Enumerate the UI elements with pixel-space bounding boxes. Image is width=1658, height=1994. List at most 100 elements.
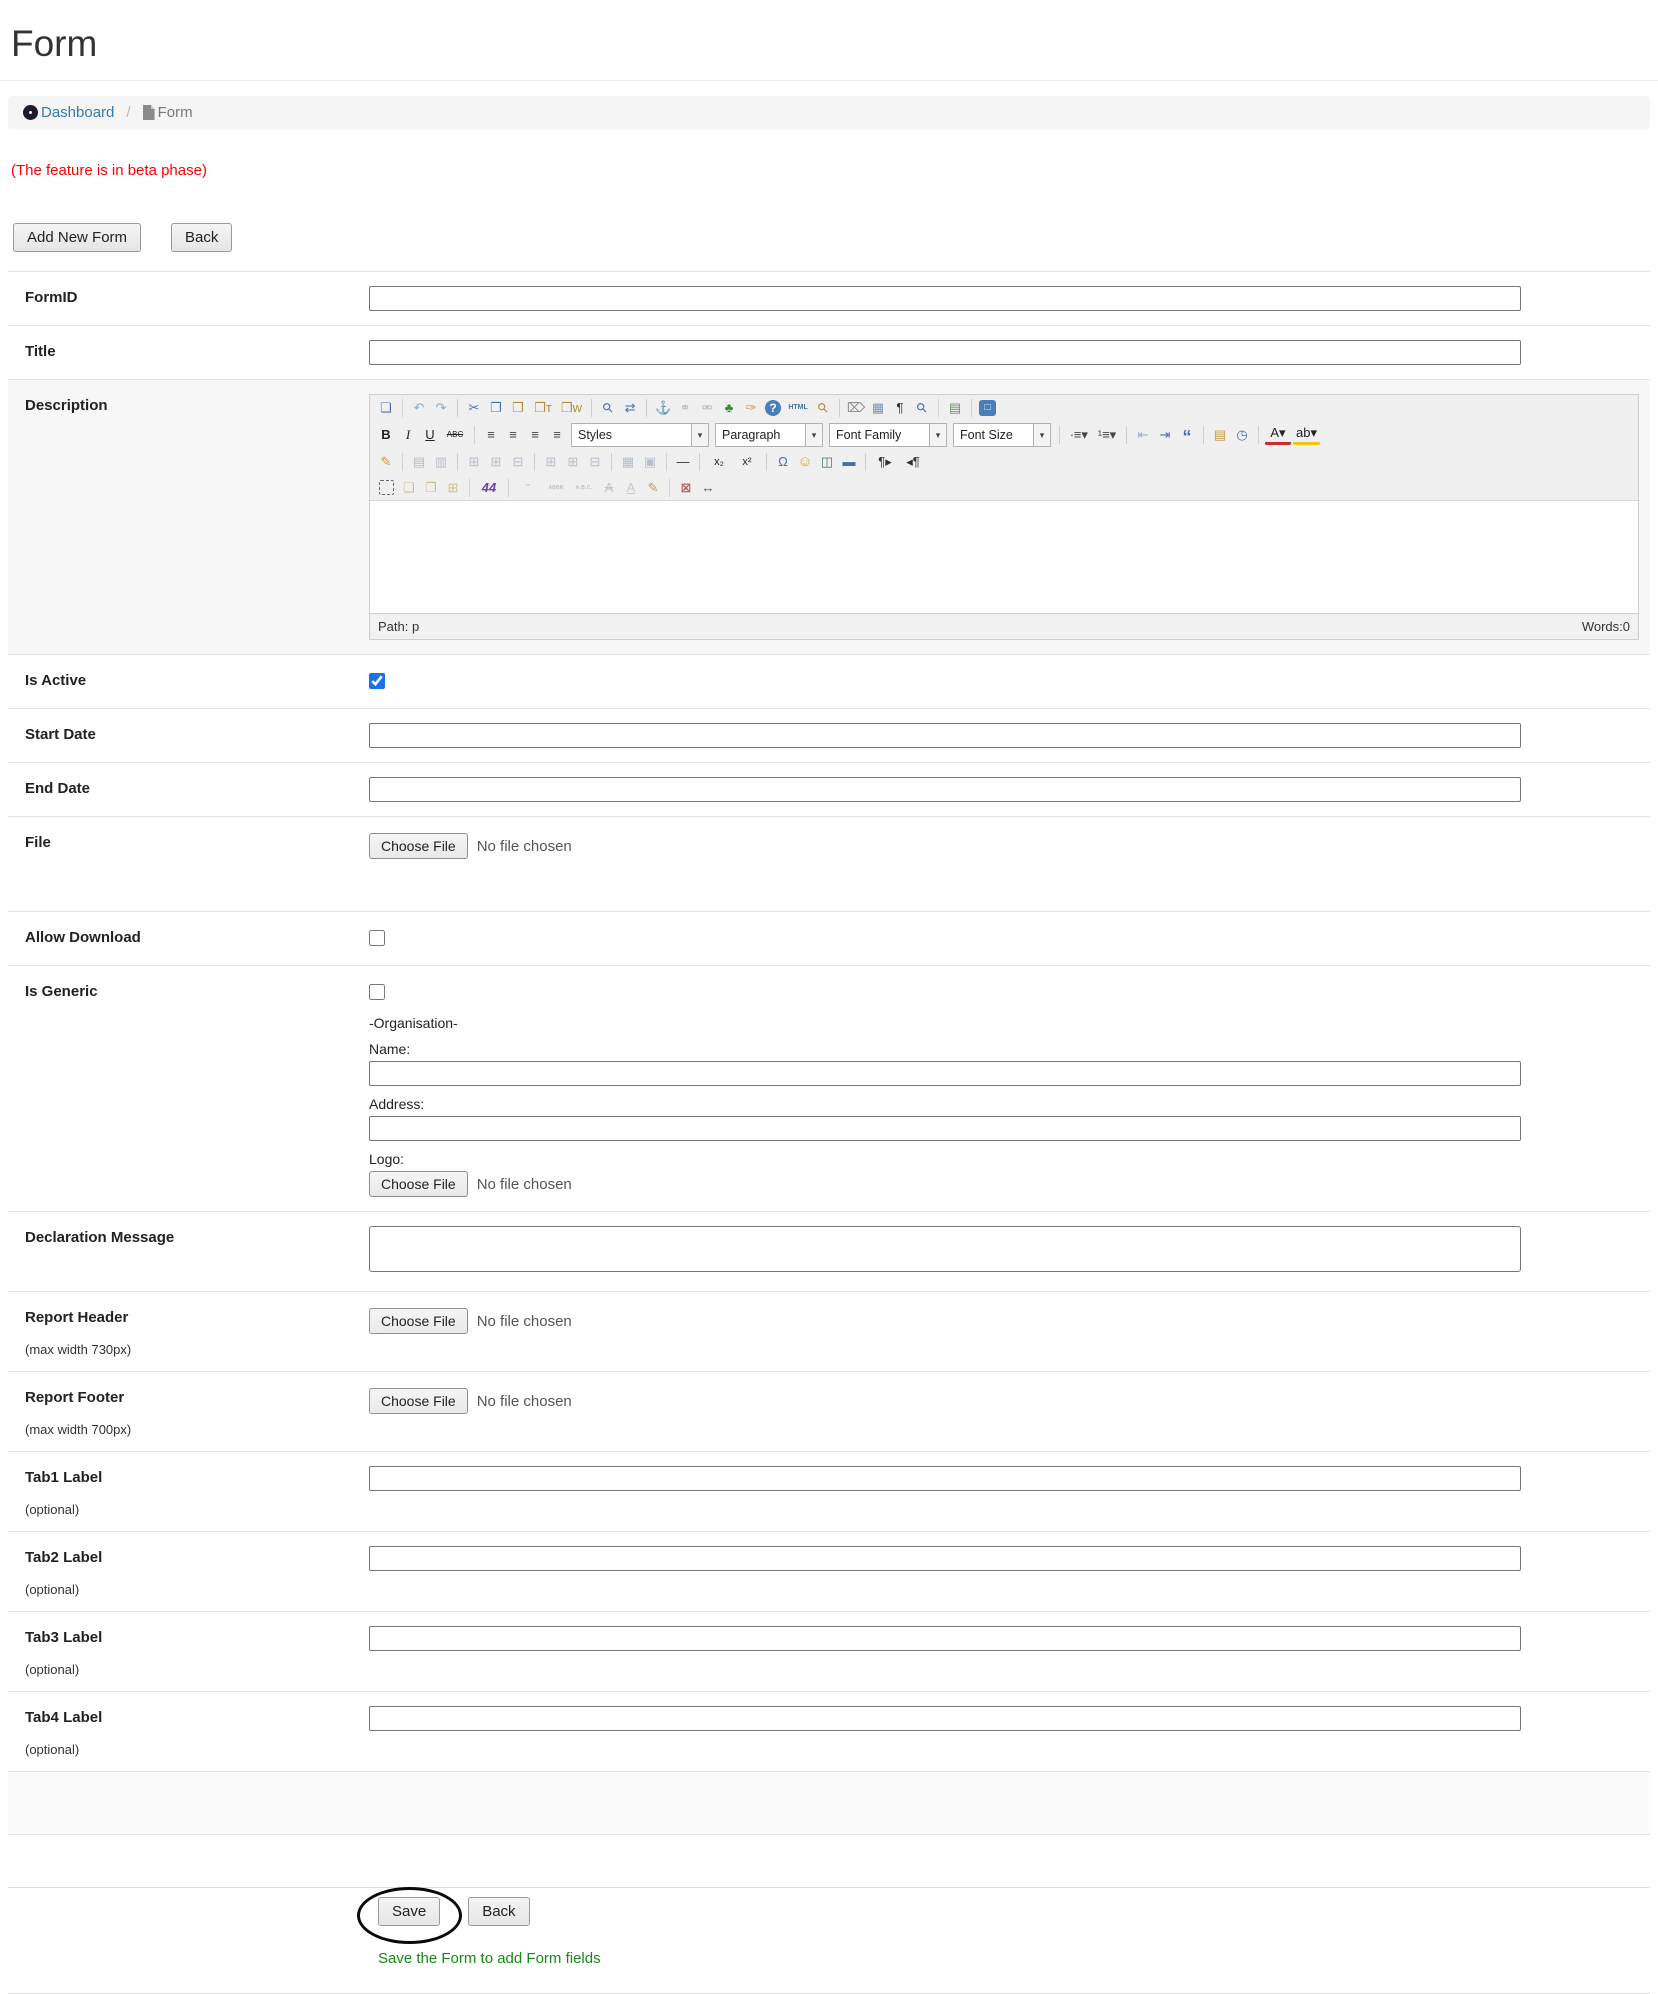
orglogo-choose-file-button[interactable]: Choose File (369, 1171, 468, 1197)
reportheader-input-choose-file-button[interactable]: Choose File (369, 1308, 468, 1334)
insert-time-icon[interactable]: ◷ (1232, 425, 1252, 445)
zoom-preview-icon[interactable]: ⚲ (908, 394, 936, 422)
file-input-choose-file-button[interactable]: Choose File (369, 833, 468, 859)
paste-icon[interactable]: ❒ (508, 398, 528, 418)
redo-icon[interactable]: ↷ (431, 398, 451, 418)
align-left-icon[interactable]: ≡ (481, 425, 501, 445)
link-icon[interactable]: ⚭ (675, 398, 695, 418)
merge-cells-icon[interactable]: ▣ (640, 452, 660, 472)
align-right-icon[interactable]: ≡ (525, 425, 545, 445)
insert-date-icon[interactable]: ▤ (1210, 425, 1230, 445)
anchor-icon[interactable]: ⚓ (653, 398, 673, 418)
title-input[interactable] (369, 340, 1521, 365)
allowdownload-checkbox[interactable] (369, 930, 385, 946)
hr-icon[interactable]: — (673, 452, 693, 472)
html-icon[interactable]: HTML (785, 398, 811, 418)
back-button-top[interactable]: Back (171, 223, 232, 252)
font-size-select[interactable]: Font Size▾ (953, 423, 1051, 447)
add-new-form-button[interactable]: Add New Form (13, 223, 141, 252)
isgeneric-checkbox[interactable] (369, 984, 385, 1000)
ins-icon[interactable]: A (621, 478, 641, 498)
align-justify-icon[interactable]: ≡ (547, 425, 567, 445)
cite-icon[interactable]: “” (515, 478, 541, 498)
preview-icon[interactable]: ⚲ (809, 394, 837, 422)
insert-layer-icon[interactable]: ⊞ (443, 478, 463, 498)
enddate-input[interactable] (369, 777, 1521, 802)
row-props-icon[interactable]: ▤ (409, 452, 429, 472)
styles-select[interactable]: Styles▾ (571, 423, 709, 447)
insert-row-before-icon[interactable]: ⊞ (464, 452, 484, 472)
layer-raise-icon[interactable]: ❏ (399, 478, 419, 498)
page-break-icon[interactable]: ⊠ (676, 478, 696, 498)
rtl-icon[interactable]: ◂¶ (900, 452, 926, 472)
font-family-select[interactable]: Font Family▾ (829, 423, 947, 447)
media-icon[interactable]: ◫ (817, 452, 837, 472)
cell-props-icon[interactable]: ▥ (431, 452, 451, 472)
declaration-textarea[interactable] (369, 1226, 1521, 1272)
find-icon[interactable]: ⚲ (594, 394, 622, 422)
layer-lower-icon[interactable]: ❐ (421, 478, 441, 498)
cut-icon[interactable]: ✂ (464, 398, 484, 418)
subscript-icon[interactable]: x₂ (706, 452, 732, 472)
orgaddress-input[interactable] (369, 1116, 1521, 1141)
text-color-icon[interactable]: A▾ (1265, 425, 1291, 445)
delete-row-icon[interactable]: ⊟ (508, 452, 528, 472)
help-icon[interactable]: ? (765, 400, 781, 416)
orgname-input[interactable] (369, 1061, 1521, 1086)
split-cells-icon[interactable]: ▦ (618, 452, 638, 472)
startdate-input[interactable] (369, 723, 1521, 748)
tab4-input[interactable] (369, 1706, 1521, 1731)
nonbreaking-dash-icon[interactable]: ▬ (839, 452, 859, 472)
reportfooter-input-choose-file-button[interactable]: Choose File (369, 1388, 468, 1414)
align-center-icon[interactable]: ≡ (503, 425, 523, 445)
formid-input[interactable] (369, 286, 1521, 311)
new-document-icon[interactable]: ❏ (376, 398, 396, 418)
copy-icon[interactable]: ❐ (486, 398, 506, 418)
paragraph-select[interactable]: Paragraph▾ (715, 423, 823, 447)
unlink-icon[interactable]: ⚮ (697, 398, 717, 418)
tab1-input[interactable] (369, 1466, 1521, 1491)
delete-col-icon[interactable]: ⊟ (585, 452, 605, 472)
special-char-icon[interactable]: Ω (773, 452, 793, 472)
underline-icon[interactable]: U (420, 425, 440, 445)
table-edit-icon[interactable]: ✎ (376, 452, 396, 472)
indent-icon[interactable]: ⇥ (1155, 425, 1175, 445)
nonbreaking-icon[interactable]: ↔ (698, 478, 718, 498)
save-button[interactable]: Save (378, 1897, 440, 1926)
bold-icon[interactable]: B (376, 425, 396, 445)
abbr-icon[interactable]: ᴀʙʙʀ (543, 478, 569, 498)
table-icon[interactable]: ▦ (868, 398, 888, 418)
insert-col-after-icon[interactable]: ⊞ (563, 452, 583, 472)
cleanup-icon[interactable]: ✑ (741, 398, 761, 418)
numbered-list-icon[interactable]: ¹≡▾ (1094, 425, 1120, 445)
paste-text-icon[interactable]: ❒ᴛ (530, 398, 556, 418)
bullet-list-icon[interactable]: ∙≡▾ (1066, 425, 1092, 445)
tab2-input[interactable] (369, 1546, 1521, 1571)
attribs-icon[interactable]: ✎ (643, 478, 663, 498)
print-icon[interactable]: ▤ (945, 398, 965, 418)
isactive-checkbox[interactable] (369, 673, 385, 689)
outdent-icon[interactable]: ⇤ (1133, 425, 1153, 445)
style-props-icon[interactable]: 44 (476, 478, 502, 498)
del-icon[interactable]: A (599, 478, 619, 498)
find-replace-icon[interactable]: ⇄ (620, 398, 640, 418)
breadcrumb-dashboard-link[interactable]: Dashboard (23, 104, 114, 121)
ltr-icon[interactable]: ¶▸ (872, 452, 898, 472)
visual-aid-icon[interactable] (379, 480, 394, 495)
insert-row-after-icon[interactable]: ⊞ (486, 452, 506, 472)
eraser-icon[interactable]: ⌦ (846, 398, 866, 418)
fullscreen-icon[interactable]: □ (979, 400, 996, 416)
tab3-input[interactable] (369, 1626, 1521, 1651)
editor-content-area[interactable] (370, 500, 1638, 613)
insert-col-before-icon[interactable]: ⊞ (541, 452, 561, 472)
paste-word-icon[interactable]: ❒ᴡ (558, 398, 585, 418)
acronym-icon[interactable]: ᴀ.ʙ.ᴄ. (571, 478, 597, 498)
emoticon-icon[interactable]: ☺ (795, 452, 815, 472)
pilcrow-icon[interactable]: ¶ (890, 398, 910, 418)
image-icon[interactable]: ♣ (719, 398, 739, 418)
back-button-bottom[interactable]: Back (468, 1897, 529, 1926)
superscript-icon[interactable]: x² (734, 452, 760, 472)
italic-icon[interactable]: I (398, 425, 418, 445)
highlight-color-icon[interactable]: ab▾ (1293, 425, 1320, 445)
strikethrough-icon[interactable]: ABC (442, 425, 468, 445)
